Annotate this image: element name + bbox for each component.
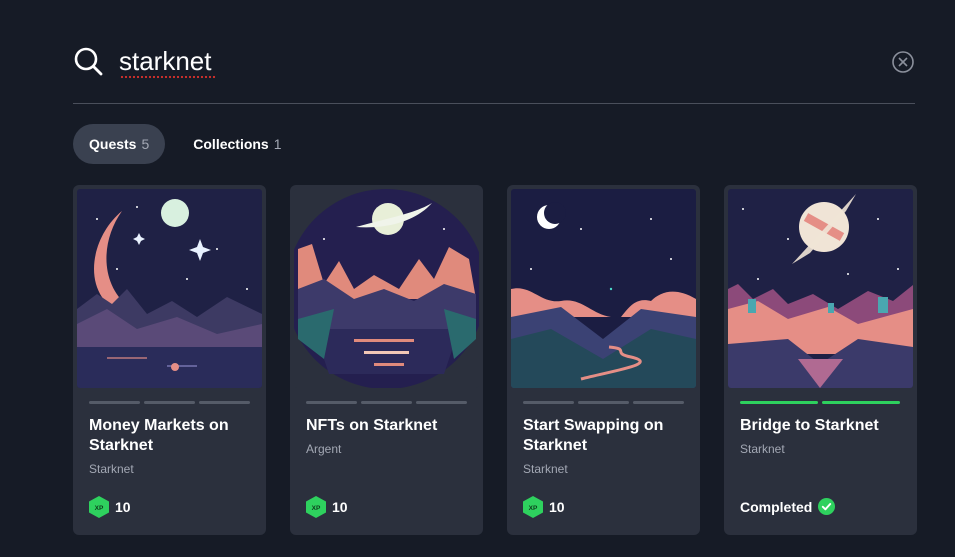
progress-segment [633,401,684,404]
quest-image [77,189,262,388]
spellcheck-underline [120,75,216,79]
quest-progress [740,401,900,404]
tab-label: Quests [89,136,137,152]
progress-segment [306,401,357,404]
tab-label: Collections [193,136,269,152]
tab-count: 1 [273,136,282,152]
result-tabs: Quests 5 Collections 1 [73,124,298,164]
tab-collections[interactable]: Collections 1 [177,124,297,164]
search-bar [73,30,915,104]
xp-reward: XP 10 [89,496,131,518]
progress-segment [416,401,467,404]
xp-badge-label: XP [95,505,104,512]
quest-subtitle: Starknet [740,442,785,456]
tab-count: 5 [141,136,150,152]
search-icon [74,47,103,76]
quest-subtitle: Starknet [89,462,134,476]
progress-segment [199,401,250,404]
quest-title: NFTs on Starknet [306,417,438,434]
completed-status: Completed [740,498,836,515]
tab-quests[interactable]: Quests 5 [73,124,166,164]
progress-segment [822,401,900,404]
quest-card[interactable]: Money Markets on Starknet Starknet XP 10 [73,185,266,535]
quest-image [511,189,696,388]
xp-value: 10 [549,499,565,515]
completed-label: Completed [740,498,813,515]
quest-image [294,189,479,388]
quest-progress [89,401,250,404]
progress-segment [144,401,195,404]
progress-segment [361,401,412,404]
quest-progress [306,401,467,404]
close-icon[interactable] [891,50,915,74]
quest-image [728,189,913,388]
xp-icon: XP [523,496,543,518]
check-circle-icon [818,498,836,515]
quest-cards: Money Markets on Starknet Starknet XP 10 [73,185,917,535]
progress-segment [89,401,140,404]
progress-segment [578,401,629,404]
xp-badge-label: XP [529,505,538,512]
progress-segment [740,401,818,404]
quest-card[interactable]: Bridge to Starknet Starknet Completed [724,185,917,535]
xp-badge-label: XP [312,505,321,512]
quest-subtitle: Starknet [523,462,568,476]
progress-segment [523,401,574,404]
quest-title: Start Swapping on Starknet [523,417,664,454]
xp-icon: XP [306,496,326,518]
xp-icon: XP [89,496,109,518]
xp-value: 10 [332,499,348,515]
quest-title: Bridge to Starknet [740,417,879,434]
xp-reward: XP 10 [523,496,565,518]
xp-reward: XP 10 [306,496,348,518]
quest-subtitle: Argent [306,442,342,456]
xp-value: 10 [115,499,131,515]
search-input[interactable] [119,42,819,80]
quest-card[interactable]: NFTs on Starknet Argent XP 10 [290,185,483,535]
quest-card[interactable]: Start Swapping on Starknet Starknet XP 1… [507,185,700,535]
quest-progress [523,401,684,404]
quest-title: Money Markets on Starknet [89,417,229,454]
